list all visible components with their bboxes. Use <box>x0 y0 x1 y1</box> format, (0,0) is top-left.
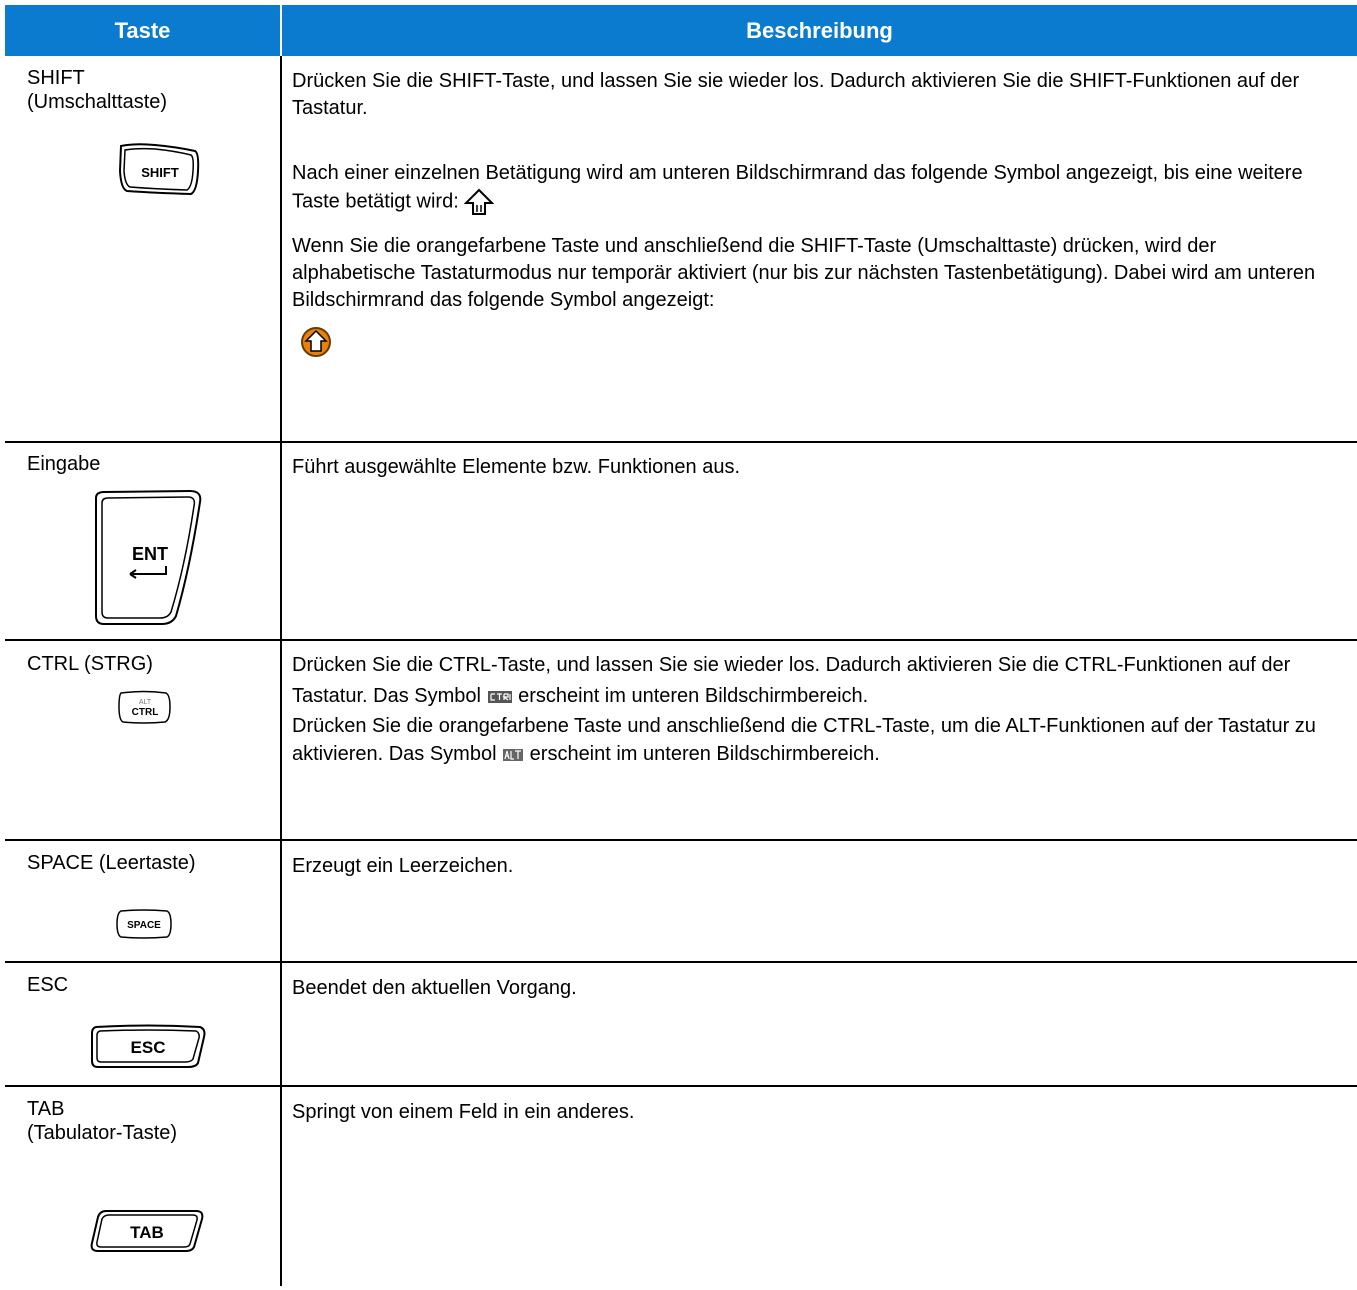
desc-shift-p2: Nach einer einzelnen Betätigung wird am … <box>292 160 1342 217</box>
row-divider <box>5 1085 1357 1087</box>
esc-key-icon: ESC <box>91 1024 206 1068</box>
ctrl-key-label: CTRL <box>132 707 159 718</box>
header-label-taste: Taste <box>114 17 171 43</box>
tab-key-label: TAB <box>130 1223 164 1242</box>
desc-shift: Drücken Sie die SHIFT-Taste, und lassen … <box>292 68 1342 358</box>
tab-key-icon: TAB <box>90 1210 204 1252</box>
orange-shift-icon <box>301 327 331 357</box>
desc-ctrl-p2: Drücken Sie die orangefarbene Taste und … <box>292 712 1342 768</box>
key-name-shift: SHIFT (Umschalttaste) <box>27 67 168 113</box>
desc-shift-p3-text: Wenn Sie die orangefarbene Taste und ans… <box>292 235 1316 311</box>
space-key-icon: SPACE <box>116 909 172 939</box>
key-name-ctrl: CTRL (STRG) <box>27 653 153 675</box>
desc-ctrl-p1: Drücken Sie die CTRL-Taste, und lassen S… <box>292 650 1342 712</box>
shift-arrow-icon <box>464 188 495 215</box>
shift-key-label: SHIFT <box>141 165 179 180</box>
row-divider <box>5 839 1357 841</box>
desc-space: Erzeugt ein Leerzeichen. <box>292 855 514 877</box>
desc-shift-p2-text: Nach einer einzelnen Betätigung wird am … <box>292 162 1303 213</box>
enter-key-label: ENT <box>132 544 168 564</box>
row-divider <box>5 441 1357 443</box>
desc-esc: Beendet den aktuellen Vorgang. <box>292 977 577 999</box>
space-key-label: SPACE <box>127 920 161 931</box>
header-label-beschreibung: Beschreibung <box>746 17 893 43</box>
ctrl-indicator-icon <box>487 690 512 703</box>
header-col-beschreibung: Beschreibung <box>282 5 1357 56</box>
enter-key-icon: ENT <box>95 489 202 625</box>
desc-ctrl-p1-text-b: erscheint im unteren Bildschirmbereich. <box>518 685 869 707</box>
shift-key-icon: SHIFT <box>118 143 200 196</box>
key-name-tab: TAB (Tabulator-Taste) <box>27 1098 178 1144</box>
desc-shift-p1: Drücken Sie die SHIFT-Taste, und lassen … <box>292 70 1300 119</box>
row-divider <box>5 961 1357 963</box>
column-divider <box>280 56 282 1286</box>
header-col-taste: Taste <box>5 5 282 56</box>
desc-ctrl: Drücken Sie die CTRL-Taste, und lassen S… <box>292 650 1342 768</box>
ctrl-key-icon: ALT CTRL <box>118 690 171 724</box>
desc-enter: Führt ausgewählte Elemente bzw. Funktion… <box>292 456 741 478</box>
desc-tab: Springt von einem Feld in ein anderes. <box>292 1101 635 1123</box>
ctrl-key-alt-label: ALT <box>139 699 152 706</box>
desc-shift-p3: Wenn Sie die orangefarbene Taste und ans… <box>292 233 1342 314</box>
alt-indicator-icon <box>503 748 524 761</box>
row-divider <box>5 639 1357 641</box>
table-header: Taste Beschreibung <box>5 5 1357 56</box>
key-name-enter: Eingabe <box>27 453 101 475</box>
desc-ctrl-p2-text-b: erscheint im unteren Bildschirmbereich. <box>529 743 880 765</box>
key-name-space: SPACE (Leertaste) <box>27 852 196 874</box>
key-name-esc: ESC <box>27 974 69 996</box>
esc-key-label: ESC <box>131 1038 166 1057</box>
